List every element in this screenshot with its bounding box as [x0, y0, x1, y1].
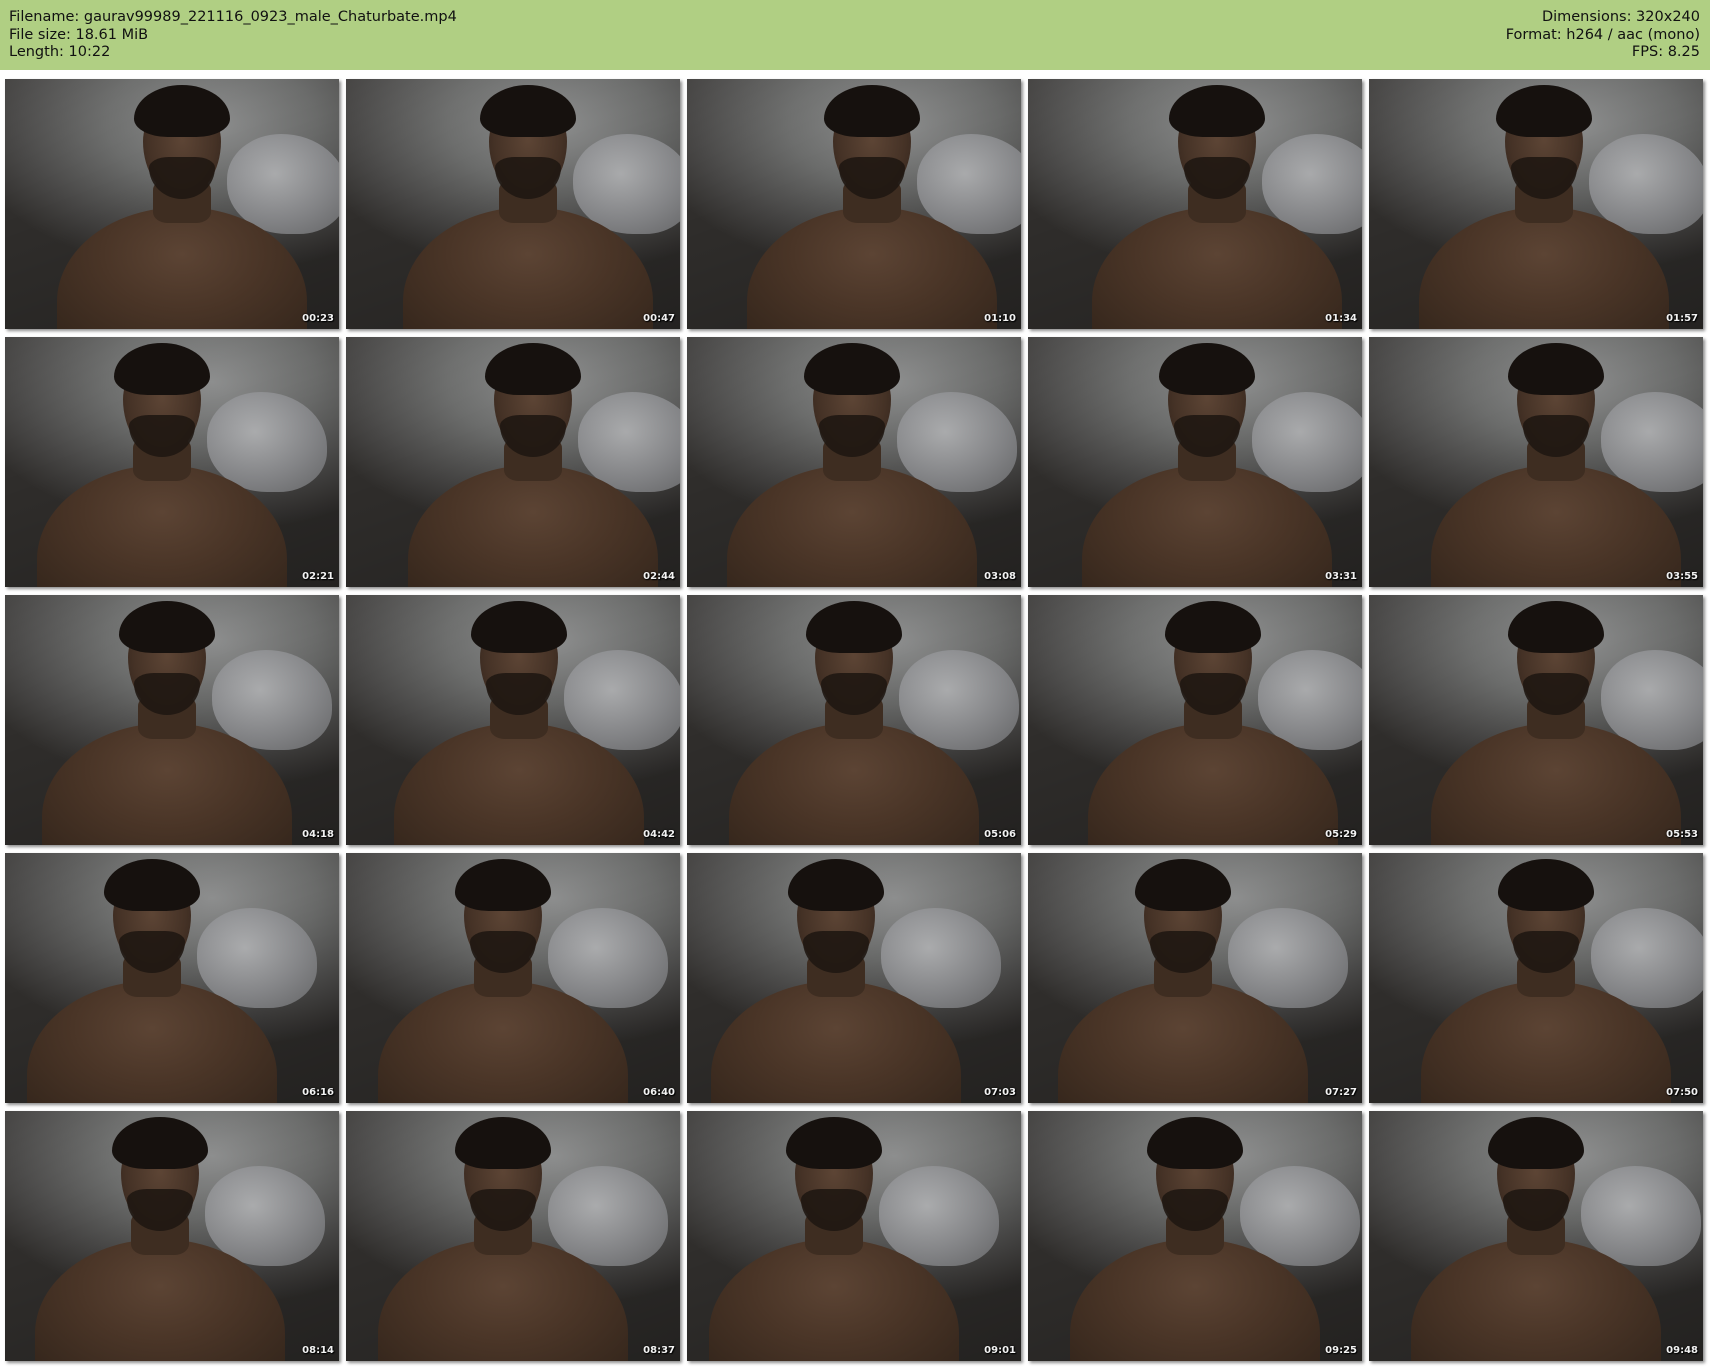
thumbnail-frame: 09:48	[1369, 1111, 1703, 1361]
thumbnail-timestamp: 01:57	[1666, 313, 1698, 324]
thumbnail-timestamp: 05:29	[1325, 829, 1357, 840]
thumbnail-timestamp: 08:14	[302, 1345, 334, 1356]
thumbnail-frame: 08:14	[5, 1111, 339, 1361]
thumbnail-frame: 03:31	[1028, 337, 1362, 587]
thumbnail-frame: 03:55	[1369, 337, 1703, 587]
thumbnail-timestamp: 05:06	[984, 829, 1016, 840]
thumbnail-frame: 04:18	[5, 595, 339, 845]
thumbnail-frame: 09:01	[687, 1111, 1021, 1361]
thumbnail-timestamp: 04:42	[643, 829, 675, 840]
thumbnail-timestamp: 06:16	[302, 1087, 334, 1098]
length-text: Length: 10:22	[9, 44, 111, 60]
filename-text: Filename: gaurav99989_221116_0923_male_C…	[9, 9, 457, 25]
thumbnail-timestamp: 03:08	[984, 571, 1016, 582]
thumbnail-frame: 07:27	[1028, 853, 1362, 1103]
thumbnail-timestamp: 09:25	[1325, 1345, 1357, 1356]
thumbnail-timestamp: 02:44	[643, 571, 675, 582]
thumbnail-frame: 01:34	[1028, 79, 1362, 329]
fps-text: FPS: 8.25	[1631, 44, 1700, 60]
thumbnail-frame: 05:29	[1028, 595, 1362, 845]
thumbnail-frame: 07:50	[1369, 853, 1703, 1103]
thumbnail-frame: 04:42	[346, 595, 680, 845]
thumbnail-timestamp: 01:10	[984, 313, 1016, 324]
thumbnail-frame: 01:10	[687, 79, 1021, 329]
thumbnail-frame: 06:16	[5, 853, 339, 1103]
thumbnail-frame: 03:08	[687, 337, 1021, 587]
thumbnail-timestamp: 07:50	[1666, 1087, 1698, 1098]
thumbnail-timestamp: 02:21	[302, 571, 334, 582]
thumbnail-timestamp: 08:37	[643, 1345, 675, 1356]
thumbnail-frame: 07:03	[687, 853, 1021, 1103]
thumbnail-frame: 09:25	[1028, 1111, 1362, 1361]
thumbnail-timestamp: 07:03	[984, 1087, 1016, 1098]
thumbnail-timestamp: 07:27	[1325, 1087, 1357, 1098]
thumbnail-frame: 00:47	[346, 79, 680, 329]
thumbnail-timestamp: 05:53	[1666, 829, 1698, 840]
dimensions-text: Dimensions: 320x240	[1541, 9, 1700, 25]
thumbnail-frame: 01:57	[1369, 79, 1703, 329]
thumbnail-frame: 02:44	[346, 337, 680, 587]
thumbnail-timestamp: 03:31	[1325, 571, 1357, 582]
thumbnail-timestamp: 01:34	[1325, 313, 1357, 324]
format-text: Format: h264 / aac (mono)	[1505, 26, 1700, 43]
info-header: Filename: gaurav99989_221116_0923_male_C…	[0, 0, 1710, 70]
thumbnail-frame: 06:40	[346, 853, 680, 1103]
video-info: Dimensions: 320x240 Format: h264 / aac (…	[1506, 9, 1700, 62]
thumbnail-timestamp: 09:48	[1666, 1345, 1698, 1356]
thumbnail-frame: 05:06	[687, 595, 1021, 845]
thumbnail-timestamp: 00:47	[643, 313, 675, 324]
thumbnail-frame: 05:53	[1369, 595, 1703, 845]
thumbnail-timestamp: 00:23	[302, 313, 334, 324]
thumbnail-frame: 02:21	[5, 337, 339, 587]
thumbnail-frame: 00:23	[5, 79, 339, 329]
file-info: Filename: gaurav99989_221116_0923_male_C…	[9, 9, 457, 62]
thumbnail-frame: 08:37	[346, 1111, 680, 1361]
thumbnail-timestamp: 06:40	[643, 1087, 675, 1098]
thumbnail-timestamp: 09:01	[984, 1345, 1016, 1356]
thumbnail-timestamp: 03:55	[1666, 571, 1698, 582]
file-size-text: File size: 18.61 MiB	[9, 26, 149, 43]
thumbnail-grid: 00:23 00:47 01:10 01:34 01:57 02:21 02:44 03:08…	[0, 79, 1710, 1365]
thumbnail-timestamp: 04:18	[302, 829, 334, 840]
